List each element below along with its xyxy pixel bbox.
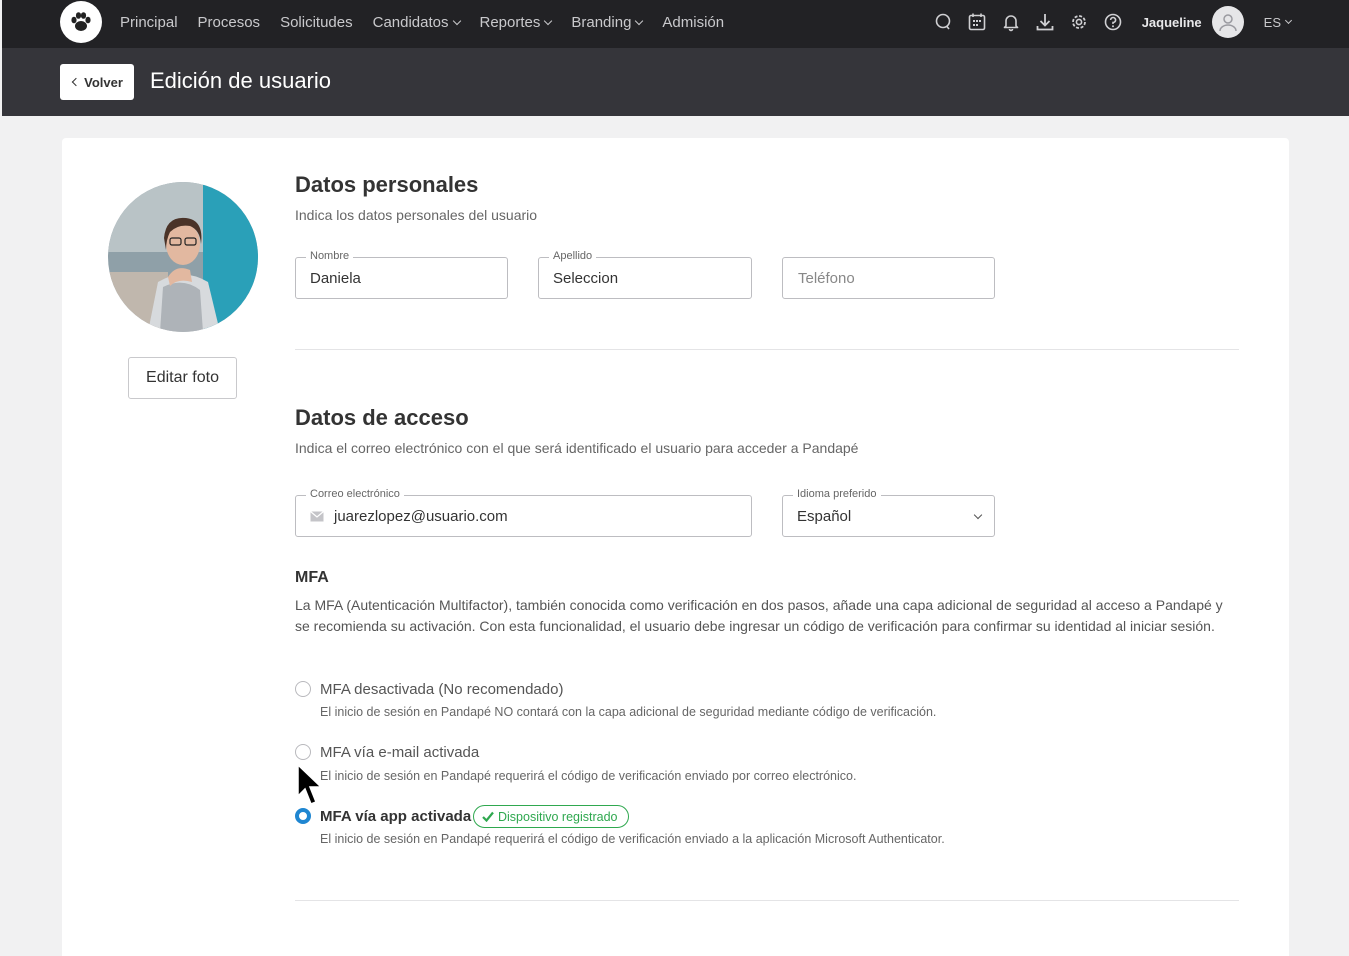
edit-photo-button[interactable]: Editar foto [128,357,237,399]
profile-photo [108,182,258,332]
email-field-label: Correo electrónico [306,488,404,500]
mfa-disabled-label[interactable]: MFA desactivada (No recomendado) [320,681,563,698]
nav-item-label: Principal [120,13,178,31]
paw-icon [71,12,91,31]
chevron-down-icon [973,510,983,520]
name-field-label: Nombre [306,250,354,262]
back-button[interactable]: Volver [60,64,134,100]
nav-item-principal[interactable]: Principal [120,14,178,31]
nav-item-label: Procesos [197,13,261,31]
access-data-subtitle: Indica el correo electrónico con el que … [295,440,859,456]
language-select[interactable]: Idioma preferido Español [782,488,995,537]
language-selector[interactable]: ES [1263,14,1293,30]
nav-item-label: Solicitudes [280,13,353,31]
user-name[interactable]: Jaqueline [1142,15,1202,30]
nav-item-label: Admisión [662,13,725,31]
mouse-cursor-icon [297,763,325,813]
pandape-logo[interactable] [60,1,102,43]
phone-field[interactable]: Teléfono [782,257,995,299]
nav-item-procesos[interactable]: Procesos [198,14,261,31]
mfa-description: La MFA (Autenticación Multifactor), tamb… [295,597,1223,634]
lastname-field-label: Apellido [549,250,597,262]
chevron-down-icon [1284,16,1293,25]
mfa-email-help: El inicio de sesión en Pandapé requerirá… [320,769,857,783]
nav-item-label: Branding [571,13,632,31]
nav-item-label: Candidatos [372,13,449,31]
top-navbar: Principal Procesos Solicitudes Candidatos Re… [2,0,1349,48]
nav-item-admisi-n[interactable]: Admisión [662,14,724,31]
page-header: Volver Edición de usuario [2,48,1349,116]
checkmark-icon [482,811,494,822]
envelope-icon [310,510,324,522]
chevron-left-icon [71,77,81,87]
lastname-field[interactable]: Apellido Seleccion [538,250,752,299]
phone-field-placeholder: Teléfono [798,269,855,287]
personal-data-subtitle: Indica los datos personales del usuario [295,207,538,223]
user-icon [1218,14,1237,32]
mfa-email-label[interactable]: MFA vía e-mail activada [320,744,479,761]
language-select-label: Idioma preferido [793,488,881,500]
nav-item-candidatos[interactable]: Candidatos [372,13,461,31]
back-button-label: Volver [84,74,123,90]
bell-icon[interactable] [994,5,1028,39]
calendar-icon[interactable] [960,5,994,39]
language-label: ES [1263,14,1281,30]
nav-item-branding[interactable]: Branding [571,13,644,31]
mfa-disabled-help: El inicio de sesión en Pandapé NO contar… [320,705,937,719]
nav-item-reportes[interactable]: Reportes [479,13,553,31]
page-title: Edición de usuario [150,68,332,93]
section-divider [295,349,1239,350]
lastname-field-value: Seleccion [553,269,619,287]
email-field-value: juarezlopez@usuario.com [334,507,508,525]
nav-item-label: Reportes [479,13,541,31]
mfa-title: MFA [295,569,329,586]
chat-icon[interactable] [926,5,960,39]
gear-icon[interactable] [1062,5,1096,39]
help-icon[interactable] [1096,5,1130,39]
chevron-down-icon [544,16,553,25]
chevron-down-icon [452,16,461,25]
personal-data-title: Datos personales [295,172,479,197]
device-registered-badge: Dispositivo registrado [473,805,629,828]
badge-label: Dispositivo registrado [498,809,618,824]
access-data-title: Datos de acceso [295,405,469,430]
chevron-down-icon [635,16,644,25]
user-avatar[interactable] [1211,6,1244,38]
nav-item-solicitudes[interactable]: Solicitudes [280,14,353,31]
name-field-value: Daniela [310,269,361,287]
email-field[interactable]: Correo electrónico juarezlopez@usuario.c… [295,488,752,537]
language-select-value: Español [797,507,852,525]
name-field[interactable]: Nombre Daniela [295,250,508,299]
mfa-email-radio[interactable] [295,744,311,760]
mfa-disabled-radio[interactable] [295,681,311,697]
download-icon[interactable] [1028,5,1062,39]
mfa-app-label[interactable]: MFA vía app activada [320,808,471,825]
section-divider [295,900,1239,901]
mfa-app-help: El inicio de sesión en Pandapé requerirá… [320,832,945,846]
